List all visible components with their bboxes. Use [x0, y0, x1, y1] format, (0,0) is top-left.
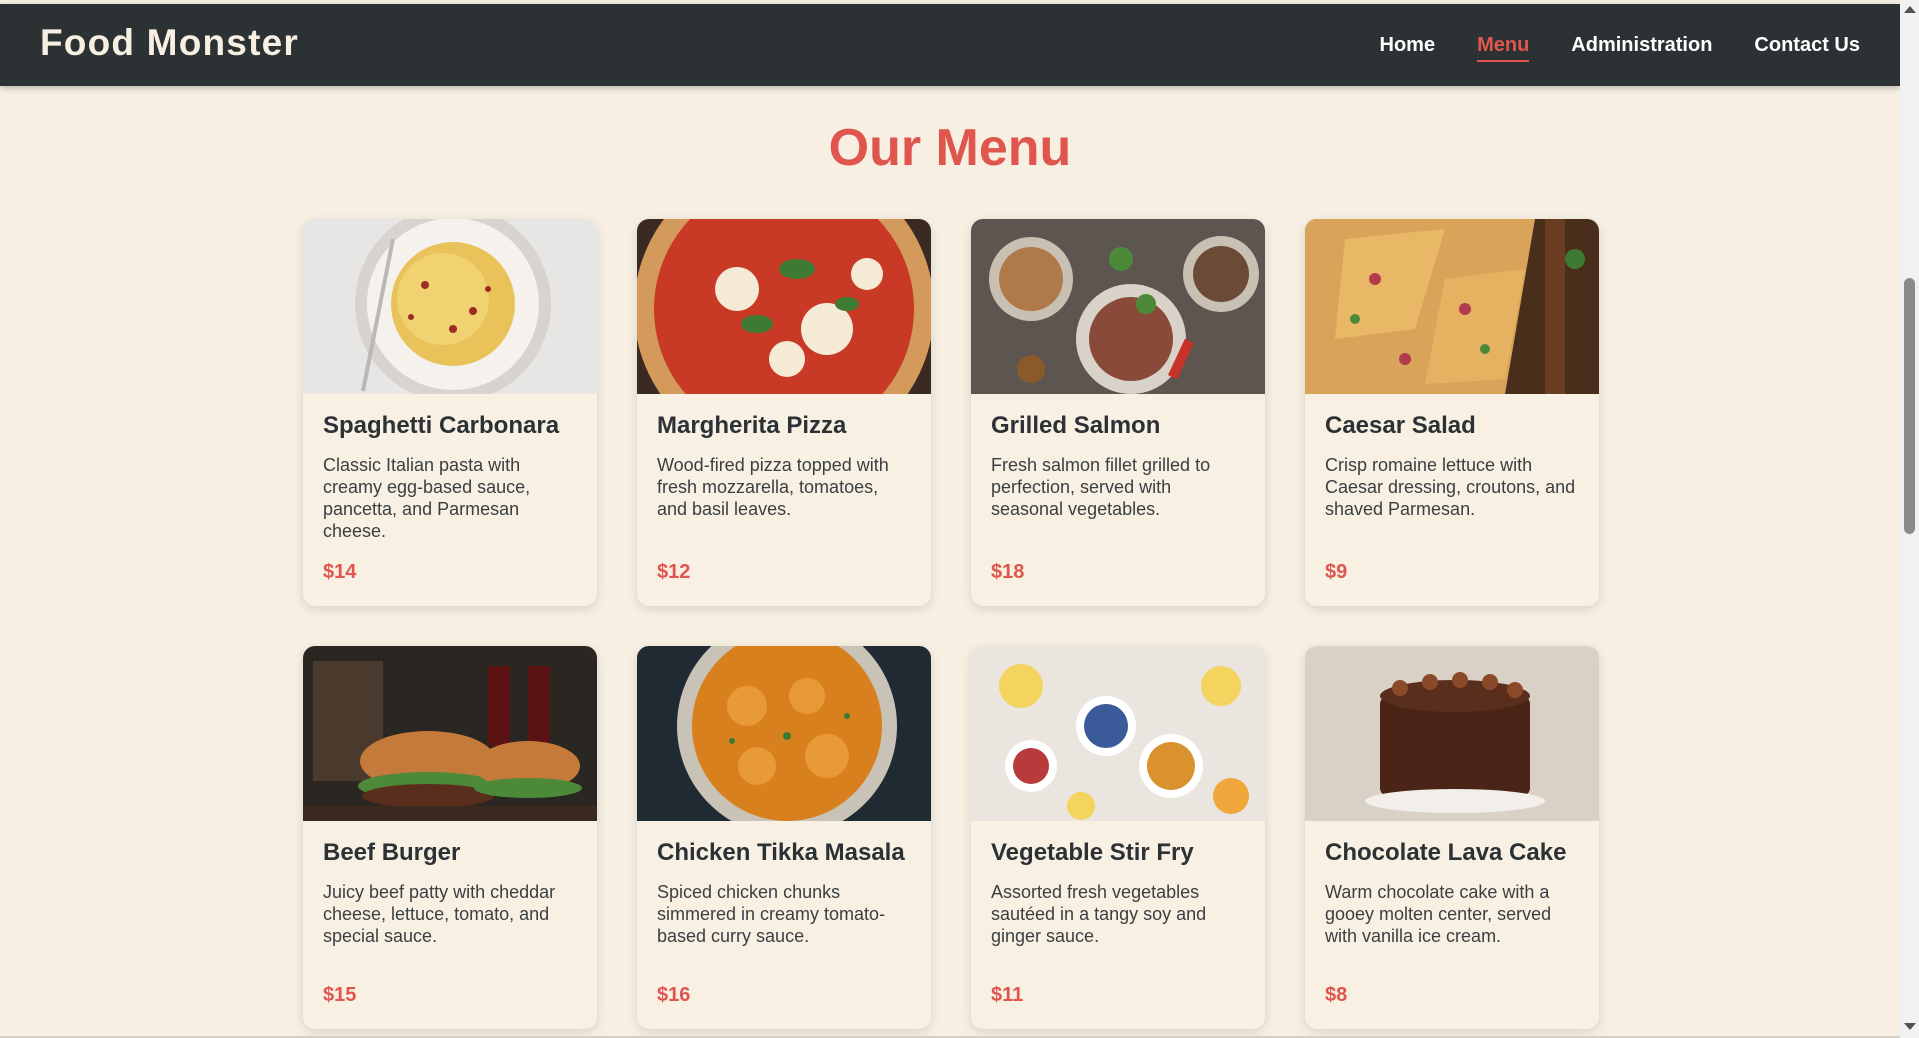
scroll-up-arrow-icon[interactable]	[1904, 6, 1916, 13]
item-price: $11	[991, 984, 1024, 1006]
item-price: $14	[323, 561, 357, 583]
menu-card-chicken-tikka-masala[interactable]: Chicken Tikka Masala Spiced chicken chun…	[637, 646, 931, 1029]
item-description: Classic Italian pasta with creamy egg-ba…	[323, 455, 531, 541]
top-navbar: Food Monster Home Menu Administration Co…	[0, 4, 1900, 86]
menu-card-margherita-pizza[interactable]: Margherita Pizza Wood-fired pizza topped…	[637, 219, 931, 606]
item-description: Crisp romaine lettuce with Caesar dressi…	[1325, 455, 1576, 519]
item-name: Grilled Salmon	[991, 412, 1161, 439]
item-name: Chicken Tikka Masala	[657, 839, 905, 866]
menu-card-spaghetti-carbonara[interactable]: Spaghetti Carbonara Classic Italian past…	[303, 219, 597, 606]
margherita-pizza-image	[637, 219, 931, 394]
item-price: $9	[1325, 561, 1348, 583]
item-name: Vegetable Stir Fry	[991, 839, 1194, 866]
chocolate-lava-cake-image	[1305, 646, 1599, 821]
item-name: Chocolate Lava Cake	[1325, 839, 1567, 866]
nav-contact-us[interactable]: Contact Us	[1754, 34, 1860, 62]
grilled-salmon-image	[971, 219, 1265, 394]
nav-menu[interactable]: Menu	[1477, 34, 1530, 62]
item-price: $12	[657, 561, 691, 583]
caesar-salad-image	[1305, 219, 1599, 394]
item-name: Margherita Pizza	[657, 412, 847, 439]
item-description: Wood-fired pizza topped with fresh mozza…	[657, 455, 889, 519]
item-description: Assorted fresh vegetables sautéed in a t…	[991, 882, 1207, 946]
item-description: Juicy beef patty with cheddar cheese, le…	[323, 882, 556, 946]
menu-grid: Spaghetti Carbonara Classic Italian past…	[303, 219, 1599, 1029]
menu-card-chocolate-lava-cake[interactable]: Chocolate Lava Cake Warm chocolate cake …	[1305, 646, 1599, 1029]
page-title: Our Menu	[828, 119, 1072, 177]
item-price: $15	[323, 984, 357, 1006]
item-price: $8	[1325, 984, 1348, 1006]
nav-home[interactable]: Home	[1380, 34, 1436, 62]
item-description: Fresh salmon fillet grilled to perfectio…	[991, 455, 1211, 519]
chicken-tikka-masala-image	[637, 646, 931, 821]
vertical-scrollbar[interactable]	[1900, 0, 1919, 1038]
item-price: $18	[991, 561, 1025, 583]
menu-card-beef-burger[interactable]: Beef Burger Juicy beef patty with chedda…	[303, 646, 597, 1029]
brand-logo[interactable]: Food Monster	[40, 22, 299, 64]
scrollbar-thumb[interactable]	[1904, 278, 1915, 534]
vegetable-stir-fry-image	[971, 646, 1265, 821]
nav-administration[interactable]: Administration	[1571, 34, 1712, 62]
main-nav: Home Menu Administration Contact Us	[1380, 34, 1860, 62]
item-price: $16	[657, 984, 691, 1006]
item-name: Spaghetti Carbonara	[323, 412, 560, 439]
item-description: Spiced chicken chunks simmered in creamy…	[657, 882, 886, 946]
item-name: Beef Burger	[323, 839, 461, 866]
item-description: Warm chocolate cake with a gooey molten …	[1325, 882, 1552, 946]
spaghetti-carbonara-image	[303, 219, 597, 394]
menu-card-caesar-salad[interactable]: Caesar Salad Crisp romaine lettuce with …	[1305, 219, 1599, 606]
item-name: Caesar Salad	[1325, 412, 1476, 439]
menu-card-vegetable-stir-fry[interactable]: Vegetable Stir Fry Assorted fresh vegeta…	[971, 646, 1265, 1029]
menu-card-grilled-salmon[interactable]: Grilled Salmon Fresh salmon fillet grill…	[971, 219, 1265, 606]
scroll-down-arrow-icon[interactable]	[1904, 1023, 1916, 1030]
beef-burger-image	[303, 646, 597, 821]
